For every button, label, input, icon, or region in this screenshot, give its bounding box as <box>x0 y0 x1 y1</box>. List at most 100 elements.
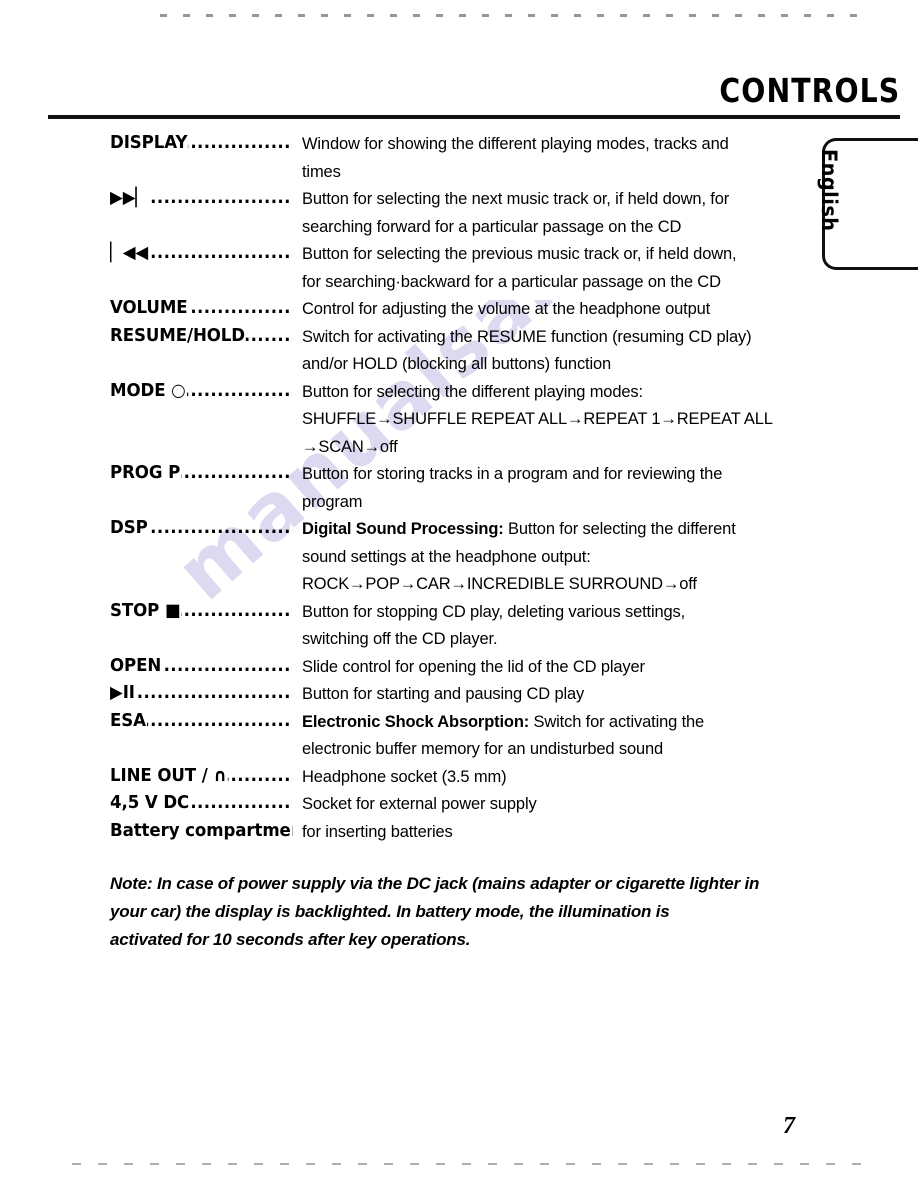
control-row: RESUME/HOLD ............................… <box>110 323 810 378</box>
control-term-label: PROG P <box>110 463 182 483</box>
note-block: Note: In case of power supply via the DC… <box>110 870 810 954</box>
control-description-text: Switch for activating the <box>529 711 705 731</box>
control-description-text: sound settings at the headphone output: <box>302 546 591 566</box>
control-row: VOLUME............................ Contro… <box>110 295 810 323</box>
control-row: ▏◀◀.............................. Button … <box>110 240 810 295</box>
control-description: Button for selecting the previous music … <box>302 240 795 295</box>
previous-track-icon: ▏◀◀ <box>110 243 150 263</box>
control-description-line: Button for storing tracks in a program a… <box>302 464 723 483</box>
control-description-line: Button for selecting the different playi… <box>302 381 643 401</box>
control-description-line: searching forward for a particular passa… <box>302 216 682 236</box>
control-description-text: Button for selecting the different <box>503 519 736 538</box>
control-description: Window for showing the different playing… <box>302 130 795 185</box>
control-term: Battery compartment <box>110 818 293 846</box>
control-description-line: Button for stopping CD play, deleting va… <box>302 601 686 621</box>
control-term: ▶II................................ <box>110 680 292 708</box>
next-track-icon: ▶▶▏ <box>110 188 150 208</box>
control-description-line: Control for adjusting the volume at the … <box>302 299 711 318</box>
header-divider <box>48 115 900 119</box>
control-term-label: DISPLAY <box>110 133 189 153</box>
scan-artifact-bottom-edge <box>72 1163 862 1165</box>
note-line-0: In case of power supply via the DC jack … <box>152 874 760 893</box>
control-term: DISPLAY............................ <box>110 130 292 158</box>
control-description-line: for searching·backward for a particular … <box>302 271 721 291</box>
control-row: 4,5 V DC............................ Sock… <box>110 790 810 818</box>
control-description: Switch for activating the RESUME functio… <box>302 323 795 378</box>
language-tab-label: English <box>817 149 841 232</box>
control-term: ESA .............................. <box>110 708 292 736</box>
note-label: Note: <box>110 874 153 893</box>
control-term: PROG P............................ <box>110 460 292 488</box>
control-row: PROG P............................ Button… <box>110 460 810 515</box>
control-description-line: Slide control for opening the lid of the… <box>302 656 645 676</box>
control-term-label: DSP <box>110 518 149 538</box>
page-title: CONTROLS <box>719 71 900 110</box>
control-description: Socket for external power supply <box>302 790 795 818</box>
control-description-line: Button for starting and pausing CD play <box>302 684 585 703</box>
control-description-line: Window for showing the different playing… <box>302 134 729 153</box>
control-description: Headphone socket (3.5 mm) <box>302 763 795 791</box>
control-term: DSP .............................. <box>110 515 292 543</box>
control-description-line: times <box>302 161 341 181</box>
control-description-line: Button for selecting the next music trac… <box>302 189 730 208</box>
control-term: ▶▶▏.............................. <box>110 185 292 213</box>
control-term: STOP ■............................ <box>110 598 292 626</box>
control-term-label: VOLUME <box>110 298 189 318</box>
control-description-line: switching off the CD player. <box>302 629 498 648</box>
control-description-emphasis: Electronic Shock Absorption: <box>302 711 530 731</box>
mode-circle-icon: MODE ○ <box>110 380 187 401</box>
controls-definition-list: DISPLAY............................ Windo… <box>110 130 810 845</box>
control-term: VOLUME............................ <box>110 295 292 323</box>
control-description-line: Electronic Shock Absorption: Switch for … <box>302 708 795 736</box>
control-description: Electronic Shock Absorption: Switch for … <box>302 708 795 763</box>
language-tab: English <box>817 138 918 270</box>
play-pause-icon: ▶II <box>110 683 136 703</box>
control-row: DISPLAY............................ Windo… <box>110 130 810 185</box>
control-description: Control for adjusting the volume at the … <box>302 295 795 323</box>
control-description-line: program <box>302 491 363 511</box>
control-row: ▶▶▏.............................. Button … <box>110 185 810 240</box>
control-row: Battery compartment for inserting batter… <box>110 818 810 846</box>
control-row: STOP ■............................ Button… <box>110 598 810 653</box>
control-description: Button for starting and pausing CD play <box>302 680 795 708</box>
control-description-line: Headphone socket (3.5 mm) <box>302 766 507 786</box>
note-line-1: your car) the display is backlighted. In… <box>110 902 670 921</box>
stop-icon: STOP ■ <box>110 600 182 621</box>
control-description-line: sound settings at the headphone output: <box>302 543 795 571</box>
control-row: LINE OUT / ∩............................… <box>110 763 810 791</box>
control-description-text: electronic buffer memory for an undistur… <box>302 739 664 758</box>
control-description-line: SHUFFLE→SHUFFLE REPEAT ALL→REPEAT 1→REPE… <box>302 409 773 428</box>
control-description-line: Switch for activating the RESUME functio… <box>302 326 752 346</box>
control-description-line: Button for selecting the previous music … <box>302 244 737 263</box>
control-description-line: ROCK→POP→CAR→INCREDIBLE SURROUND→off <box>302 570 795 598</box>
control-description-line: →SCAN→off <box>302 436 398 456</box>
note-line-2: activated for 10 seconds after key opera… <box>110 930 471 949</box>
control-row: OPEN ............................ Slide c… <box>110 653 810 681</box>
control-term: ▏◀◀.............................. <box>110 240 292 268</box>
control-description-emphasis: Digital Sound Processing: <box>302 519 504 538</box>
page-number: 7 <box>783 1113 795 1139</box>
control-description: Button for selecting the next music trac… <box>302 185 795 240</box>
leader-dots: ................................ <box>110 683 292 703</box>
headphone-icon: LINE OUT / ∩ <box>110 765 228 786</box>
control-term: MODE ○............................ <box>110 378 292 406</box>
control-row: MODE ○............................ Button… <box>110 378 810 461</box>
control-term-label: RESUME/HOLD <box>110 325 246 346</box>
control-description-line: Socket for external power supply <box>302 794 537 813</box>
control-term: RESUME/HOLD ............................ <box>110 323 292 351</box>
control-term-label: ESA <box>110 710 147 731</box>
control-description-text: ROCK→POP→CAR→INCREDIBLE SURROUND→off <box>302 574 697 593</box>
control-term: OPEN ............................ <box>110 653 292 681</box>
control-term-label: OPEN <box>110 655 163 676</box>
control-term-label: 4,5 V DC <box>110 793 191 813</box>
control-description: for inserting batteries <box>302 818 795 846</box>
control-description-line: electronic buffer memory for an undistur… <box>302 735 795 763</box>
control-description: Digital Sound Processing: Button for sel… <box>302 515 795 598</box>
control-description: Slide control for opening the lid of the… <box>302 653 795 681</box>
scan-artifact-top-edge <box>160 14 860 17</box>
control-term: LINE OUT / ∩............................ <box>110 763 292 791</box>
control-term: 4,5 V DC............................ <box>110 790 292 818</box>
control-description: Button for stopping CD play, deleting va… <box>302 598 795 653</box>
control-description: Button for selecting the different playi… <box>302 378 795 461</box>
control-description-line: and/or HOLD (blocking all buttons) funct… <box>302 354 612 373</box>
